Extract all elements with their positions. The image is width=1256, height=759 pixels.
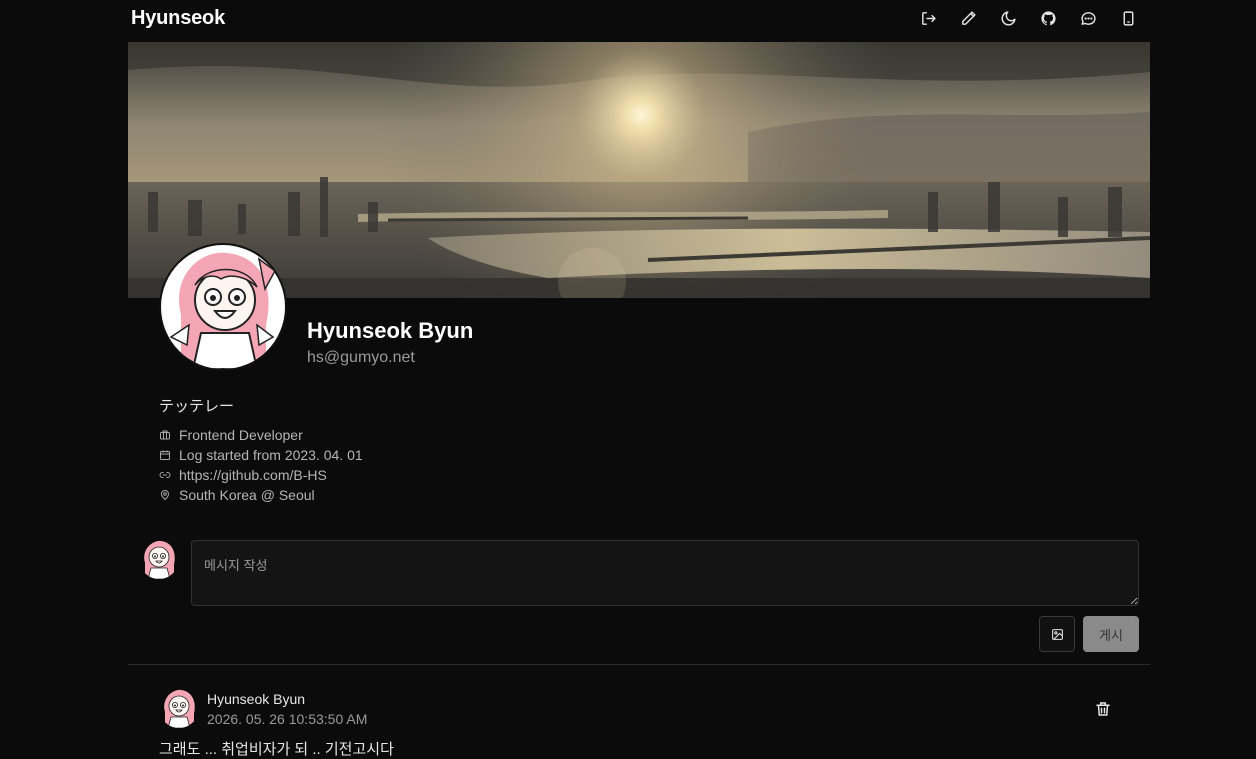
meta-location: South Korea @ Seoul — [159, 485, 363, 505]
logout-icon[interactable] — [918, 8, 938, 28]
github-icon[interactable] — [1038, 8, 1058, 28]
profile-name: Hyunseok Byun — [307, 318, 474, 343]
feed-divider — [128, 664, 1150, 665]
profile-avatar[interactable] — [159, 243, 287, 371]
briefcase-icon — [160, 430, 170, 440]
trash-icon[interactable] — [1094, 700, 1112, 718]
brand-logo[interactable]: Hyunseok — [131, 7, 225, 30]
top-navbar: Hyunseok — [0, 0, 1256, 42]
post-body-text: 그래도 ... 취업비자가 되 .. 기전고시다 — [159, 741, 394, 758]
profile-banner-image — [128, 42, 1150, 298]
meta-job: Frontend Developer — [159, 425, 363, 445]
message-compose-input[interactable] — [191, 540, 1139, 606]
meta-job-text: Frontend Developer — [179, 427, 303, 443]
image-icon — [1051, 628, 1063, 640]
post-author-name: Hyunseok Byun — [207, 691, 306, 707]
meta-location-text: South Korea @ Seoul — [179, 487, 315, 503]
nav-icon-group — [918, 8, 1138, 28]
meta-start-date: Log started from 2023. 04. 01 — [159, 445, 363, 465]
chat-icon[interactable] — [1078, 8, 1098, 28]
meta-link[interactable]: https://github.com/B-HS — [159, 465, 363, 485]
profile-meta-list: Frontend Developer Log started from 2023… — [159, 425, 363, 505]
meta-start-date-text: Log started from 2023. 04. 01 — [179, 447, 363, 463]
moon-icon[interactable] — [998, 8, 1018, 28]
post-timestamp: 2026. 05. 26 10:53:50 AM — [207, 711, 368, 727]
pencil-icon[interactable] — [958, 8, 978, 28]
post-author-avatar — [159, 688, 199, 728]
profile-bio: テッテレー — [159, 398, 235, 415]
compose-avatar — [139, 539, 179, 579]
book-icon[interactable] — [1118, 8, 1138, 28]
profile-email: hs@gumyo.net — [307, 349, 415, 366]
attach-image-button[interactable] — [1039, 616, 1075, 652]
post-button[interactable]: 게시 — [1083, 616, 1139, 652]
link-icon — [159, 472, 171, 478]
calendar-icon — [160, 450, 170, 460]
meta-link-text[interactable]: https://github.com/B-HS — [179, 467, 327, 483]
map-pin-icon — [160, 490, 170, 501]
